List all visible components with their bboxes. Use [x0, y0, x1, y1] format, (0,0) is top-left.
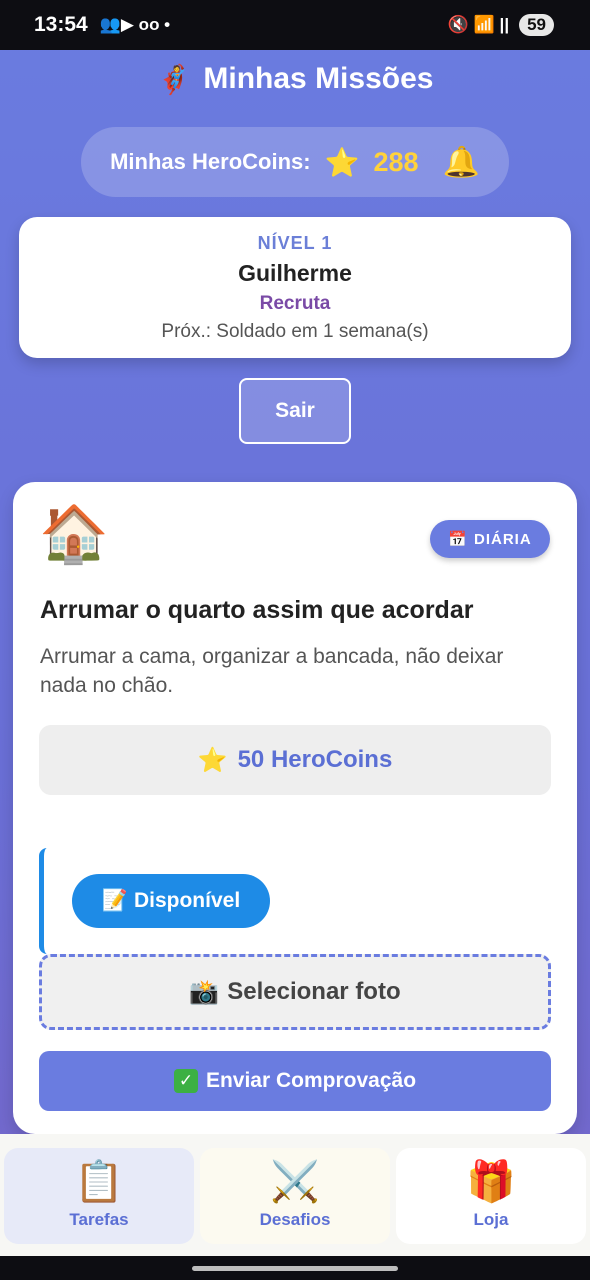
nav-item-loja[interactable]: 🎁 Loja: [396, 1148, 586, 1244]
reward-box: ⭐ 50 HeroCoins: [39, 725, 551, 795]
nav-item-desafios[interactable]: ⚔️ Desafios: [200, 1148, 390, 1244]
status-badge: 📝 Disponível: [72, 874, 270, 928]
nav-item-tarefas[interactable]: 📋 Tarefas: [4, 1148, 194, 1244]
next-rank-label: Próx.: Soldado em 1 semana(s): [161, 321, 429, 342]
task-status-section: 📝 Disponível: [39, 848, 551, 954]
page-title: 🦸 Minhas Missões: [0, 62, 590, 96]
user-name: Guilherme: [238, 260, 352, 286]
task-card: 🏠 📅 DIÁRIA Arrumar o quarto assim que ac…: [13, 482, 577, 1134]
calendar-icon: 📅: [448, 531, 468, 548]
submit-proof-button[interactable]: ✓ Enviar Comprovação: [39, 1051, 551, 1111]
level-label: NÍVEL 1: [257, 233, 333, 253]
gift-icon: 🎁: [466, 1160, 516, 1204]
frequency-badge: 📅 DIÁRIA: [430, 520, 550, 558]
task-title: Arrumar o quarto assim que acordar: [40, 596, 474, 624]
submit-proof-label: Enviar Comprovação: [205, 1069, 417, 1092]
select-photo-button[interactable]: 📸 Selecionar foto: [39, 954, 551, 1030]
bottom-nav: 📋 Tarefas ⚔️ Desafios 🎁 Loja: [0, 1134, 590, 1256]
herocoins-label: Minhas HeroCoins:: [110, 149, 311, 174]
frequency-label: DIÁRIA: [474, 530, 532, 548]
herocoins-value: 288: [373, 146, 419, 177]
nav-label-tarefas: Tarefas: [69, 1210, 129, 1229]
check-icon: ✓: [173, 1069, 198, 1093]
memo-icon: 📝: [101, 889, 128, 912]
header: 🦸 Minhas Missões Minhas HeroCoins: ⭐ 288…: [0, 0, 590, 444]
select-photo-label: Selecionar foto: [227, 978, 401, 1005]
logout-button[interactable]: Sair: [239, 378, 351, 444]
crossed-swords-icon: ⚔️: [270, 1160, 320, 1204]
herocoins-balance: Minhas HeroCoins: ⭐ 288 🔔: [81, 127, 509, 197]
camera-icon: 📸: [189, 978, 220, 1006]
clipboard-icon: 📋: [74, 1160, 124, 1204]
status-label: Disponível: [133, 889, 241, 912]
star-icon: ⭐: [197, 746, 228, 774]
star-icon: ⭐: [324, 146, 360, 178]
nav-label-loja: Loja: [473, 1210, 509, 1229]
superhero-icon: 🦸: [156, 63, 192, 95]
level-card: NÍVEL 1 Guilherme Recruta Próx.: Soldado…: [19, 217, 571, 358]
task-description: Arrumar a cama, organizar a bancada, não…: [40, 645, 504, 697]
page-title-text: Minhas Missões: [203, 62, 434, 95]
rank-label: Recruta: [259, 293, 331, 314]
bell-icon[interactable]: 🔔: [443, 145, 480, 180]
house-icon: 🏠: [39, 502, 109, 565]
nav-label-desafios: Desafios: [259, 1210, 331, 1229]
reward-label: 50 HeroCoins: [237, 746, 393, 773]
home-indicator[interactable]: [192, 1266, 398, 1271]
